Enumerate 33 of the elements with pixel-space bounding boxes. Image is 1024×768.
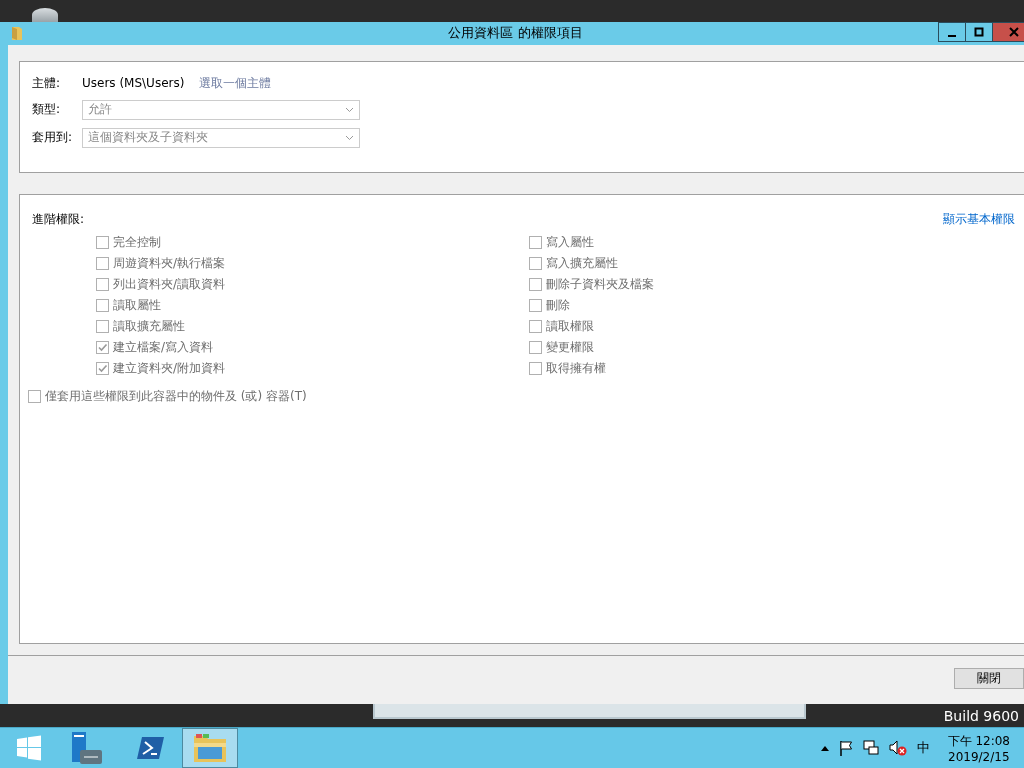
- windows-logo-icon: [16, 735, 42, 761]
- section-title: 進階權限:: [32, 210, 85, 228]
- close-dialog-button[interactable]: 關閉: [954, 668, 1024, 690]
- minimize-icon: [948, 34, 956, 37]
- file-explorer-button[interactable]: [182, 728, 238, 768]
- principal-value: Users (MS\Users): [82, 76, 185, 91]
- maximize-button[interactable]: [965, 21, 993, 42]
- field-label: 套用到:: [32, 129, 74, 147]
- clock[interactable]: 下午 12:08 2019/2/15: [947, 732, 1010, 764]
- recycle-bin-icon[interactable]: [32, 8, 58, 22]
- checkmark-icon: [97, 362, 108, 374]
- maximize-icon: [974, 26, 984, 37]
- checkmark-icon: [97, 341, 108, 353]
- flag-icon[interactable]: [838, 740, 853, 756]
- network-icon[interactable]: [862, 740, 879, 756]
- terminal-icon: [137, 736, 165, 760]
- folder-icon: [11, 25, 23, 42]
- show-basic-permissions-link[interactable]: 顯示基本權限: [943, 210, 1015, 228]
- show-hidden-icons-icon[interactable]: [820, 745, 829, 751]
- window-title: 公用資料區 的權限項目: [447, 24, 584, 43]
- input-method-indicator[interactable]: 中: [916, 739, 930, 757]
- server-icon: [70, 731, 104, 765]
- select-principal-link[interactable]: 選取一個主體: [199, 74, 272, 92]
- minimize-button[interactable]: [938, 21, 966, 42]
- chevron-down-icon: [345, 106, 354, 113]
- speaker-muted-icon[interactable]: [888, 740, 907, 756]
- field-label: 類型:: [32, 101, 62, 119]
- build-label: Build 9600: [943, 707, 1019, 724]
- principal-label: 主體:: [32, 74, 62, 92]
- close-icon: [1009, 26, 1019, 37]
- close-button[interactable]: [992, 21, 1024, 42]
- chevron-down-icon: [345, 134, 354, 141]
- folder-icon: [193, 733, 227, 763]
